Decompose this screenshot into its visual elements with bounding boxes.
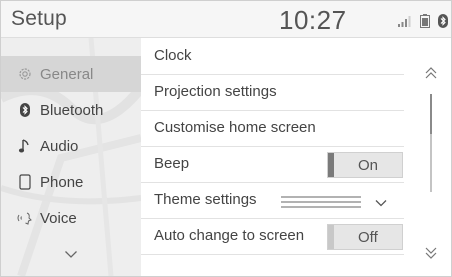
list-scrollbar xyxy=(411,38,451,276)
list-item-label: Clock xyxy=(154,47,192,64)
clock-time: 10:27 xyxy=(279,5,347,35)
list-item-projection-settings[interactable]: Projection settings xyxy=(141,74,404,111)
bluetooth-icon xyxy=(438,14,448,33)
sidebar-more-button[interactable] xyxy=(53,243,89,267)
list-item-label: Theme settings xyxy=(154,191,257,208)
list-item-customise-home-screen[interactable]: Customise home screen xyxy=(141,110,404,147)
double-chevron-down-icon xyxy=(424,246,438,265)
signal-icon xyxy=(397,14,411,33)
list-item-beep[interactable]: Beep On xyxy=(141,146,404,183)
sidebar-item-general[interactable]: General xyxy=(1,56,141,92)
voice-icon xyxy=(13,208,37,228)
sidebar-item-label: Voice xyxy=(40,209,77,227)
sidebar-item-label: Bluetooth xyxy=(40,101,104,119)
chevron-down-icon xyxy=(64,246,78,264)
list-item-label: Projection settings xyxy=(154,83,277,100)
list-item-label: Beep xyxy=(154,155,190,172)
sidebar-item-phone[interactable]: Phone xyxy=(1,164,141,200)
sidebar-item-audio[interactable]: Audio xyxy=(1,128,141,164)
toggle-label: On xyxy=(358,157,379,174)
header-bar: Setup 10:27 xyxy=(1,1,451,38)
scroll-thumb[interactable] xyxy=(430,94,432,134)
battery-icon xyxy=(420,14,430,33)
double-chevron-up-icon xyxy=(424,66,438,85)
scroll-up-button[interactable] xyxy=(421,65,441,85)
beep-toggle[interactable]: On xyxy=(327,152,403,178)
sidebar-item-bluetooth[interactable]: Bluetooth xyxy=(1,92,141,128)
setup-screen: Setup 10:27 General Bluetooth Audio Phon… xyxy=(0,0,452,277)
music-note-icon xyxy=(13,136,37,156)
list-item-clock[interactable]: Clock xyxy=(141,38,404,75)
phone-icon xyxy=(13,172,37,192)
auto-change-toggle[interactable]: Off xyxy=(327,224,403,250)
settings-list: Clock Projection settings Customise home… xyxy=(141,38,411,276)
toggle-label: Off xyxy=(358,229,378,246)
list-item-theme-settings[interactable]: Theme settings xyxy=(141,182,404,219)
theme-preview-lines xyxy=(281,195,361,213)
list-item-label: Customise home screen xyxy=(154,119,316,136)
sidebar-item-label: General xyxy=(40,65,94,83)
chevron-down-icon xyxy=(375,194,387,212)
list-item-auto-change-to-screen[interactable]: Auto change to screen Off xyxy=(141,218,404,255)
sidebar-item-label: Audio xyxy=(40,137,79,155)
sidebar-item-voice[interactable]: Voice xyxy=(1,200,141,236)
scroll-down-button[interactable] xyxy=(421,245,441,265)
page-title: Setup xyxy=(11,7,67,30)
toggle-indicator xyxy=(328,225,334,249)
list-item-label: Auto change to screen xyxy=(154,227,305,244)
bluetooth-icon xyxy=(13,100,37,120)
sidebar-item-label: Phone xyxy=(40,173,84,191)
toggle-indicator xyxy=(328,153,334,177)
gear-icon xyxy=(13,64,37,84)
scroll-track[interactable] xyxy=(430,94,432,192)
sidebar: General Bluetooth Audio Phone Voice xyxy=(1,38,141,276)
